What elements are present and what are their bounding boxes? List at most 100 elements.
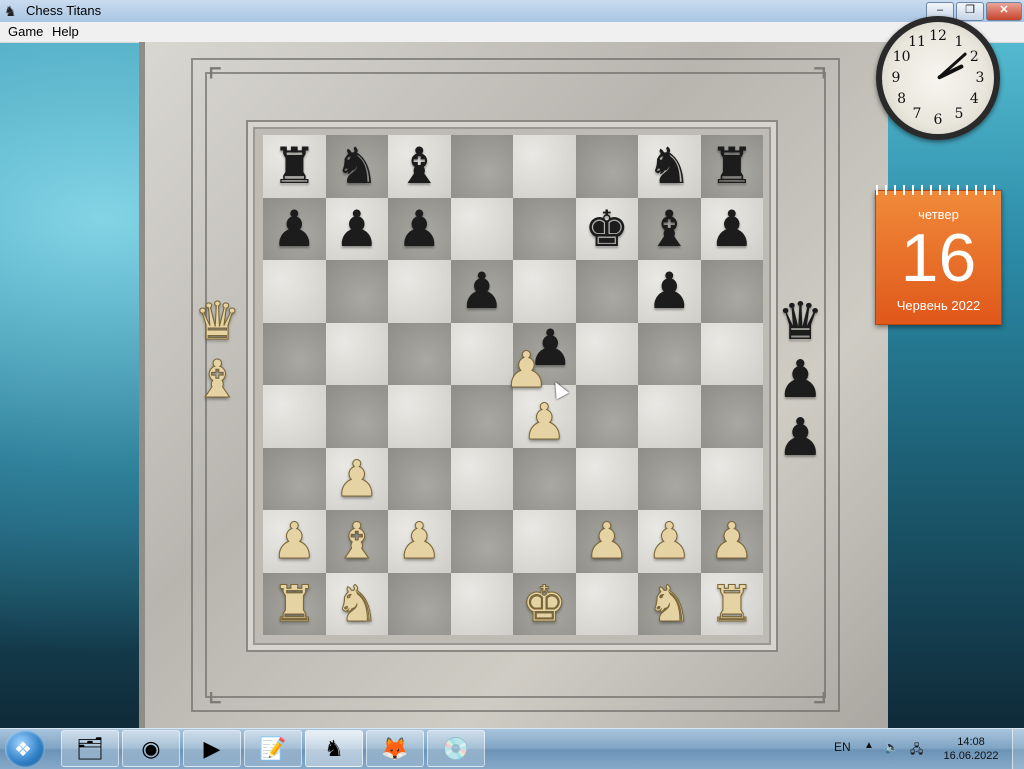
square-h7[interactable]: ♟: [700, 197, 763, 260]
square-g4[interactable]: [638, 385, 701, 448]
taskbar-file-explorer-button[interactable]: 🗂: [61, 730, 119, 767]
square-h2[interactable]: ♟: [700, 510, 763, 573]
white-pawn-icon[interactable]: ♟: [709, 516, 755, 567]
white-pawn-icon[interactable]: ♟: [396, 516, 442, 567]
square-a1[interactable]: ♜: [263, 572, 326, 635]
taskbar-clock[interactable]: 14:08 16.06.2022: [942, 735, 1000, 763]
taskbar-chess-titans-button[interactable]: ♞: [305, 730, 363, 767]
black-pawn-icon[interactable]: ♟: [459, 266, 504, 316]
square-f4[interactable]: [575, 385, 638, 448]
square-g7[interactable]: ♝: [638, 197, 701, 260]
square-g3[interactable]: [638, 447, 701, 510]
square-c2[interactable]: ♟: [388, 510, 451, 573]
square-f3[interactable]: [575, 447, 638, 510]
square-b3[interactable]: ♟: [325, 447, 388, 510]
white-rook-icon[interactable]: ♜: [709, 578, 755, 629]
black-rook-icon[interactable]: ♜: [709, 141, 754, 191]
white-pawn-icon[interactable]: ♟: [646, 516, 692, 567]
white-bishop-icon[interactable]: ♝: [334, 516, 380, 567]
black-rook-icon[interactable]: ♜: [272, 141, 317, 191]
square-a7[interactable]: ♟: [263, 197, 326, 260]
square-c4[interactable]: [388, 385, 451, 448]
taskbar-media-player-button[interactable]: ▶: [183, 730, 241, 767]
square-f8[interactable]: [575, 135, 638, 198]
black-knight-icon[interactable]: ♞: [647, 141, 692, 191]
square-a4[interactable]: [263, 385, 326, 448]
square-b4[interactable]: [325, 385, 388, 448]
square-f2[interactable]: ♟: [575, 510, 638, 573]
black-bishop-icon[interactable]: ♝: [647, 204, 692, 254]
black-king-icon[interactable]: ♚: [584, 204, 629, 254]
volume-icon[interactable]: 🔈: [884, 740, 899, 754]
square-b2[interactable]: ♝: [325, 510, 388, 573]
square-a3[interactable]: [263, 447, 326, 510]
start-button[interactable]: ❖: [5, 730, 45, 768]
square-d2[interactable]: [450, 510, 513, 573]
square-h4[interactable]: [700, 385, 763, 448]
square-f7[interactable]: ♚: [575, 197, 638, 260]
white-pawn-icon[interactable]: ♟: [521, 397, 567, 448]
square-h5[interactable]: [700, 322, 763, 385]
black-pawn-icon[interactable]: ♟: [709, 204, 754, 254]
maximize-button[interactable]: ❐: [956, 2, 984, 21]
square-e6[interactable]: [513, 260, 576, 323]
clock-gadget[interactable]: 12 1 2 3 4 5 6 7 8 9 10 11: [876, 16, 1000, 140]
network-icon[interactable]: 🖧: [910, 740, 923, 761]
square-d3[interactable]: [450, 447, 513, 510]
white-pawn-icon[interactable]: ♟: [271, 516, 317, 567]
white-pawn-lifted-icon[interactable]: ♟: [504, 345, 550, 396]
square-d1[interactable]: [450, 572, 513, 635]
square-c3[interactable]: [388, 447, 451, 510]
square-b6[interactable]: [325, 260, 388, 323]
square-e8[interactable]: [513, 135, 576, 198]
square-c6[interactable]: [388, 260, 451, 323]
taskbar-firefox-button[interactable]: 🦊: [366, 730, 424, 767]
black-pawn-icon[interactable]: ♟: [272, 204, 317, 254]
black-bishop-icon[interactable]: ♝: [397, 141, 442, 191]
show-hidden-icons-icon[interactable]: ▲: [864, 740, 874, 751]
square-h3[interactable]: [700, 447, 763, 510]
square-a8[interactable]: ♜: [263, 135, 326, 198]
black-knight-icon[interactable]: ♞: [334, 141, 379, 191]
square-e1[interactable]: ♚: [513, 572, 576, 635]
language-indicator[interactable]: EN: [834, 740, 851, 754]
menu-game[interactable]: Game: [6, 24, 45, 39]
menu-help[interactable]: Help: [50, 24, 81, 39]
white-knight-icon[interactable]: ♞: [334, 578, 380, 629]
white-rook-icon[interactable]: ♜: [271, 578, 317, 629]
square-g5[interactable]: [638, 322, 701, 385]
square-c7[interactable]: ♟: [388, 197, 451, 260]
black-pawn-icon[interactable]: ♟: [397, 204, 442, 254]
square-h1[interactable]: ♜: [700, 572, 763, 635]
square-c1[interactable]: [388, 572, 451, 635]
square-d6[interactable]: ♟: [450, 260, 513, 323]
calendar-gadget[interactable]: четвер 16 Червень 2022: [875, 185, 1002, 325]
square-g1[interactable]: ♞: [638, 572, 701, 635]
taskbar-notepad-button[interactable]: 📝: [244, 730, 302, 767]
square-f5[interactable]: [575, 322, 638, 385]
square-d7[interactable]: [450, 197, 513, 260]
square-h6[interactable]: [700, 260, 763, 323]
close-button[interactable]: ✕: [986, 2, 1022, 21]
show-desktop-button[interactable]: [1012, 729, 1024, 769]
square-e3[interactable]: [513, 447, 576, 510]
black-pawn-icon[interactable]: ♟: [647, 266, 692, 316]
white-king-icon[interactable]: ♚: [521, 578, 567, 629]
square-f1[interactable]: [575, 572, 638, 635]
square-d8[interactable]: [450, 135, 513, 198]
square-b1[interactable]: ♞: [325, 572, 388, 635]
square-a6[interactable]: [263, 260, 326, 323]
square-c8[interactable]: ♝: [388, 135, 451, 198]
square-a5[interactable]: [263, 322, 326, 385]
taskbar-chrome-button[interactable]: ◉: [122, 730, 180, 767]
square-b5[interactable]: [325, 322, 388, 385]
square-f6[interactable]: [575, 260, 638, 323]
taskbar-dvd-maker-button[interactable]: 💿: [427, 730, 485, 767]
square-g8[interactable]: ♞: [638, 135, 701, 198]
black-pawn-icon[interactable]: ♟: [334, 204, 379, 254]
square-e2[interactable]: [513, 510, 576, 573]
square-g2[interactable]: ♟: [638, 510, 701, 573]
square-b7[interactable]: ♟: [325, 197, 388, 260]
square-a2[interactable]: ♟: [263, 510, 326, 573]
title-bar[interactable]: ♞ Chess Titans ‒ ❐ ✕: [0, 0, 1024, 23]
